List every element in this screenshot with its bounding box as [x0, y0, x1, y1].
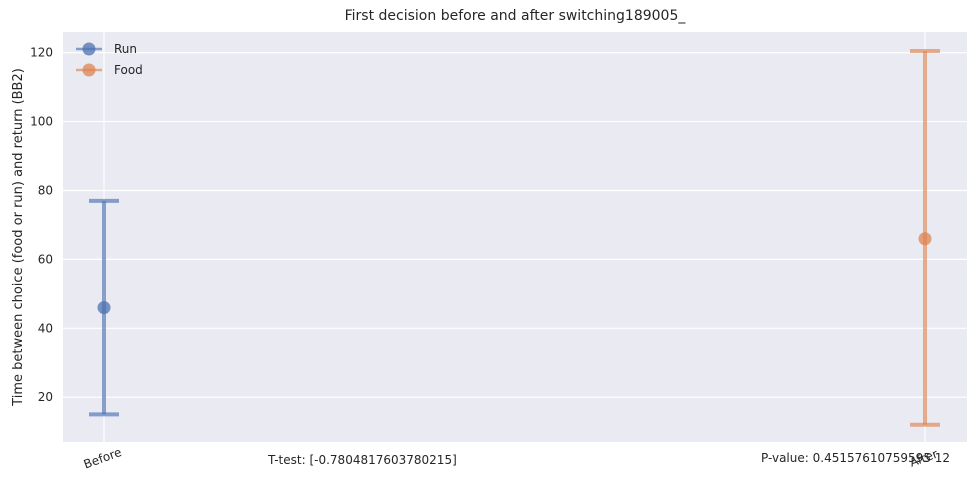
y-tick-label-100: 100: [30, 115, 53, 129]
legend-marker-food: [82, 63, 96, 77]
y-tick-label-80: 80: [38, 183, 53, 197]
ttest-annotation: T-test: [-0.7804817603780215]: [267, 453, 457, 467]
y-tick-label-20: 20: [38, 390, 53, 404]
chart-title: First decision before and after switchin…: [345, 8, 687, 24]
plot-background: [63, 32, 967, 442]
y-tick-label-120: 120: [30, 46, 53, 60]
y-axis-label: Time between choice (food or run) and re…: [11, 68, 26, 407]
mean-point-run: [97, 301, 111, 315]
y-tick-label-60: 60: [38, 252, 53, 266]
pvalue-annotation: P-value: 0.45157610759595 12: [761, 451, 950, 465]
y-tick-label-40: 40: [38, 321, 53, 335]
legend-marker-run: [82, 42, 96, 56]
errorbar-chart: 20406080100120 Before After First decisio…: [11, 8, 967, 472]
y-tick-labels: 20 40 60 80 100 120: [30, 46, 53, 405]
mean-point-food: [918, 232, 932, 246]
legend-label-run: Run: [114, 42, 137, 56]
x-tick-label-before: Before: [82, 445, 124, 472]
legend-label-food: Food: [114, 63, 143, 77]
